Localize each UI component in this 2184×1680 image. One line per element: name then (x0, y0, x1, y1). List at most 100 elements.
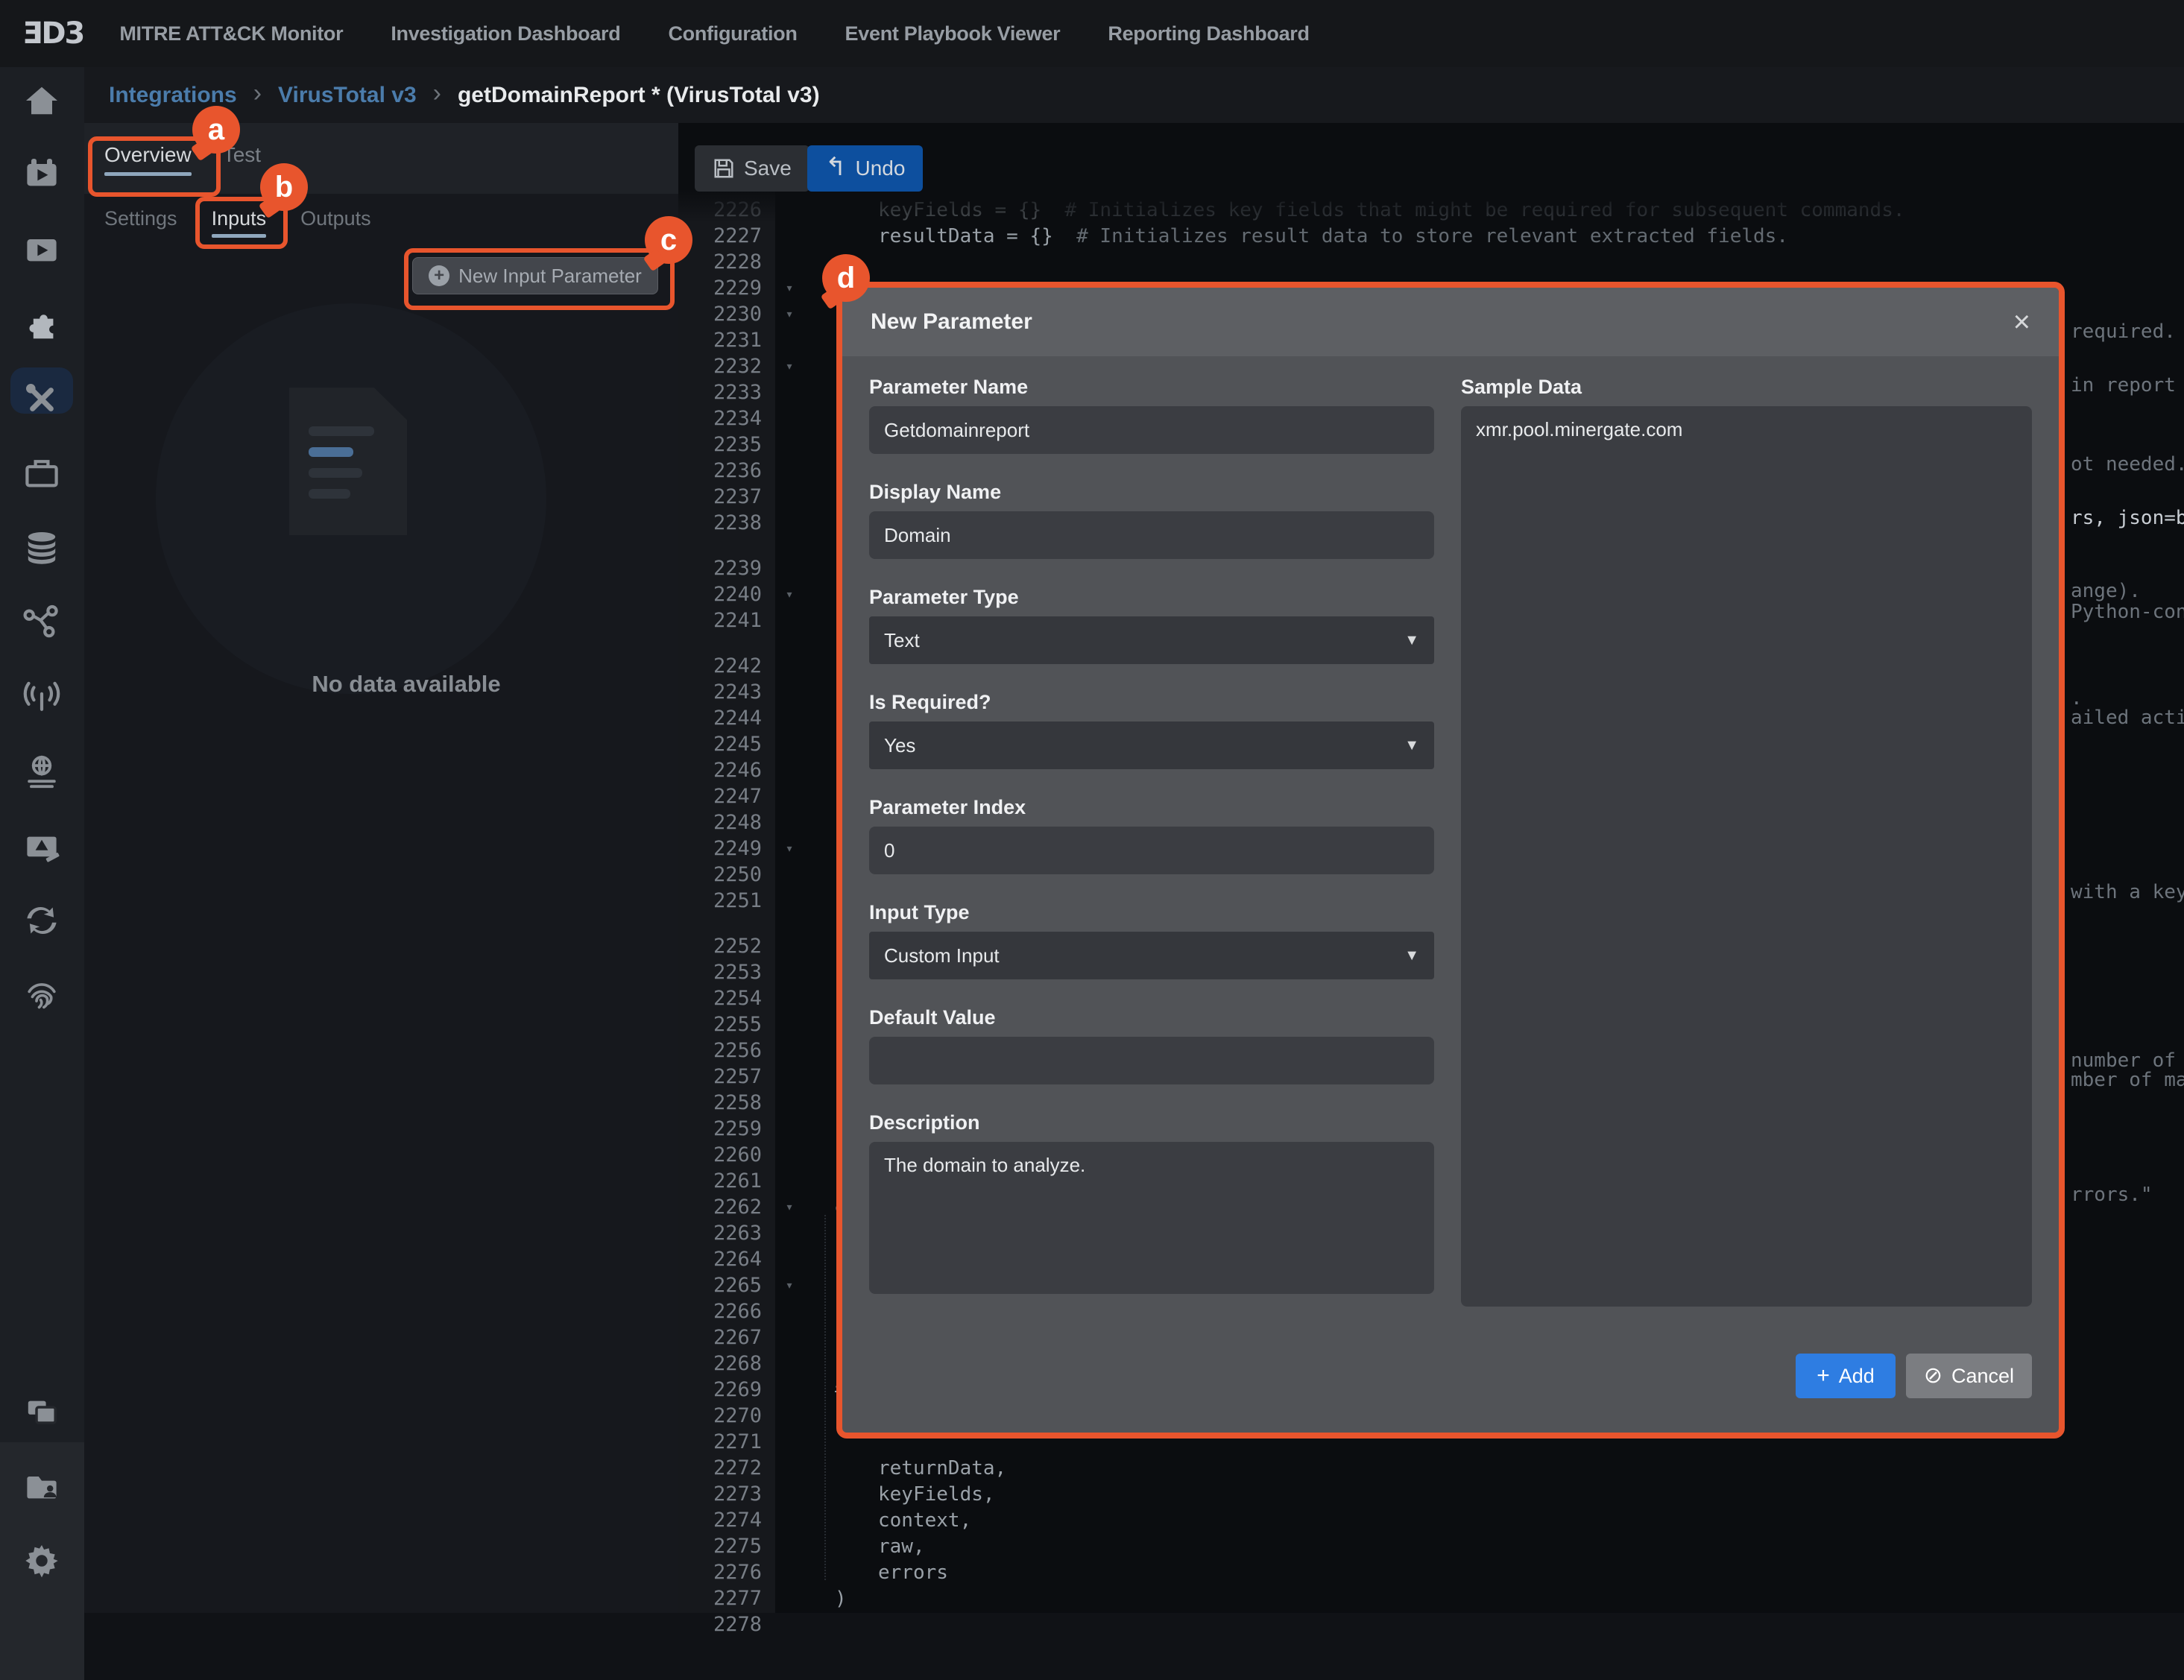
parameter-type-value: Text (884, 629, 920, 652)
line-number: 2247 (678, 785, 768, 808)
broadcast-icon[interactable] (21, 676, 63, 718)
subtab-inputs[interactable]: Inputs (212, 207, 267, 236)
fold-caret-icon[interactable]: ▾ (768, 306, 811, 322)
line-number: 2262 (678, 1196, 768, 1219)
line-number: 2265 (678, 1274, 768, 1297)
line-number: 2270 (678, 1404, 768, 1427)
is-required-select[interactable]: Yes▼ (869, 721, 1434, 769)
parameter-name-input[interactable] (869, 406, 1434, 454)
fold-caret-icon[interactable]: ▾ (768, 1199, 811, 1215)
cancel-button[interactable]: ⊘ Cancel (1906, 1354, 2032, 1398)
line-number: 2251 (678, 889, 768, 912)
code-line-2272[interactable]: 2272returnData, (678, 1455, 2184, 1481)
chevron-down-icon: ▼ (1404, 737, 1419, 754)
code-fragment: rrors." (2071, 1184, 2153, 1206)
code-line-2275[interactable]: 2275raw, (678, 1533, 2184, 1559)
line-number: 2257 (678, 1065, 768, 1088)
parameter-type-select[interactable]: Text ▼ (869, 616, 1434, 664)
line-number: 2230 (678, 303, 768, 326)
no-data-available-text: No data available (239, 671, 574, 698)
calendar-playbook-icon[interactable] (21, 154, 63, 195)
default-value-input[interactable] (869, 1037, 1434, 1084)
line-number: 2232 (678, 355, 768, 378)
data-icon[interactable] (21, 527, 63, 569)
integrations-icon[interactable] (21, 304, 63, 346)
fold-caret-icon[interactable]: ▾ (768, 841, 811, 856)
line-number: 2234 (678, 407, 768, 430)
incident-report-icon[interactable] (21, 827, 63, 869)
line-number: 2278 (678, 1613, 768, 1636)
code-line-2277[interactable]: 2277) (678, 1585, 2184, 1611)
fold-caret-icon[interactable]: ▾ (768, 587, 811, 602)
code-fragment: with a key ( (2071, 881, 2184, 903)
close-icon[interactable]: × (2013, 307, 2030, 337)
input-type-select[interactable]: Custom Input▼ (869, 932, 1434, 979)
settings-icon[interactable] (21, 1540, 63, 1582)
undo-arrow-icon: ↰ (825, 154, 847, 180)
display-name-label: Display Name (869, 481, 1434, 504)
line-number: 2277 (678, 1587, 768, 1610)
d3-logo[interactable]: ƎD3 (22, 16, 83, 51)
windows-icon[interactable] (21, 1392, 63, 1433)
code-line-2227[interactable]: 2227resultData = {} # Initializes result… (678, 223, 2184, 249)
code-line-2274[interactable]: 2274context, (678, 1507, 2184, 1533)
subtab-settings[interactable]: Settings (104, 207, 177, 236)
is-required-label: Is Required? (869, 691, 1434, 714)
plus-circle-icon: + (429, 265, 449, 286)
line-number: 2268 (678, 1352, 768, 1375)
new-parameter-modal: New Parameter × Parameter Name Display Na… (836, 282, 2065, 1439)
parameter-index-input[interactable] (869, 827, 1434, 874)
network-globe-icon[interactable] (21, 752, 63, 794)
floppy-disk-icon (713, 157, 735, 180)
nav-item-event-playbook-viewer[interactable]: Event Playbook Viewer (845, 22, 1061, 45)
user-folder-icon[interactable] (21, 1466, 63, 1508)
chevron-down-icon: ▼ (1404, 632, 1419, 649)
subtab-outputs[interactable]: Outputs (300, 207, 371, 236)
nav-item-investigation-dashboard[interactable]: Investigation Dashboard (391, 22, 620, 45)
nav-item-configuration[interactable]: Configuration (668, 22, 797, 45)
fold-caret-icon[interactable]: ▾ (768, 359, 811, 374)
line-number: 2271 (678, 1430, 768, 1453)
line-number: 2242 (678, 654, 768, 678)
fold-caret-icon[interactable]: ▾ (768, 280, 811, 296)
utilities-icon[interactable] (21, 379, 63, 420)
undo-button[interactable]: ↰ Undo (807, 145, 923, 192)
fold-caret-icon[interactable]: ▾ (768, 1278, 811, 1293)
line-number: 2240 (678, 583, 768, 606)
code-line-2276[interactable]: 2276errors (678, 1559, 2184, 1585)
description-textarea[interactable] (869, 1142, 1434, 1294)
code-line-2228[interactable]: 2228 (678, 249, 2184, 275)
line-number: 2252 (678, 935, 768, 958)
chevron-down-icon: ▼ (1404, 947, 1419, 964)
add-button[interactable]: + Add (1796, 1354, 1896, 1398)
code-line-2278[interactable]: 2278 (678, 1611, 2184, 1638)
home-icon[interactable] (21, 80, 63, 121)
line-number: 2261 (678, 1169, 768, 1193)
connections-icon[interactable] (21, 601, 63, 643)
playbook-viewer-icon[interactable] (21, 229, 63, 271)
line-number: 2233 (678, 381, 768, 404)
modal-header: New Parameter × (842, 288, 2059, 356)
parameter-name-label: Parameter Name (869, 376, 1434, 399)
breadcrumb-integrations[interactable]: Integrations (109, 83, 237, 108)
line-number: 2269 (678, 1378, 768, 1401)
breadcrumb-virustotal[interactable]: VirusTotal v3 (278, 83, 417, 108)
sample-data-textarea[interactable] (1461, 406, 2032, 1307)
annotation-badge-b: b (260, 163, 308, 211)
sync-icon[interactable] (21, 900, 63, 941)
nav-item-mitre-att-ck-monitor[interactable]: MITRE ATT&CK Monitor (119, 22, 343, 45)
code-fragment: required. (2071, 320, 2176, 343)
save-button[interactable]: Save (695, 145, 809, 192)
new-input-parameter-button[interactable]: + New Input Parameter (412, 257, 658, 294)
code-text: returnData, (811, 1457, 1006, 1480)
annotation-badge-d: d (822, 254, 870, 302)
tab-overview[interactable]: Overview (104, 143, 192, 174)
toolbox-icon[interactable] (21, 453, 63, 495)
nav-item-reporting-dashboard[interactable]: Reporting Dashboard (1108, 22, 1309, 45)
fingerprint-icon[interactable] (21, 975, 63, 1017)
code-text: errors (811, 1561, 948, 1584)
display-name-input[interactable] (869, 511, 1434, 559)
annotation-badge-c: c (645, 216, 692, 264)
code-line-2273[interactable]: 2273keyFields, (678, 1481, 2184, 1507)
parameter-index-label: Parameter Index (869, 796, 1434, 819)
